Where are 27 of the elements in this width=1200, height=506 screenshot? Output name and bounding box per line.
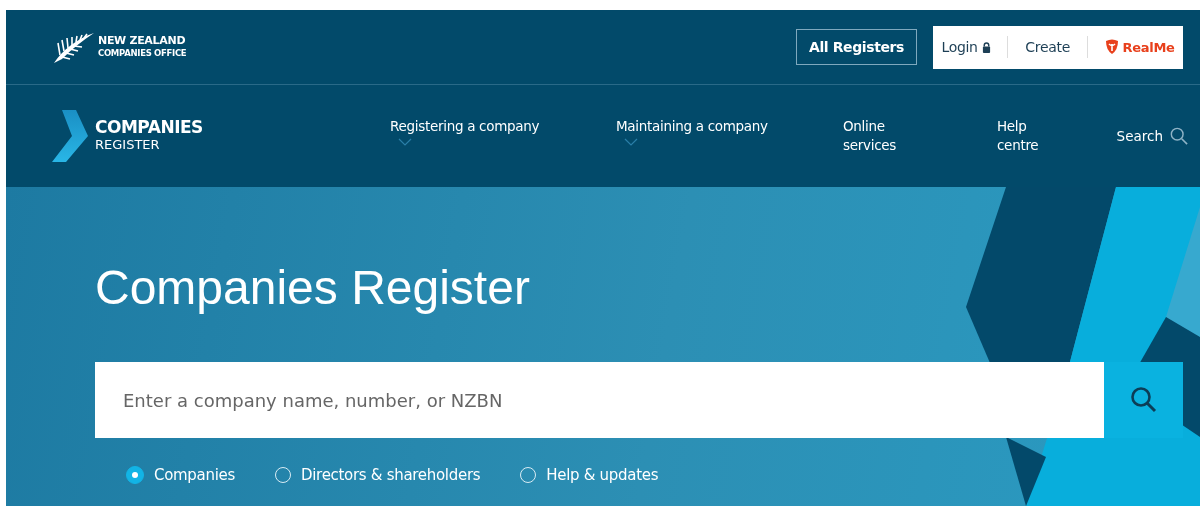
page-title: Companies Register [95, 260, 531, 316]
radio-label[interactable]: Help & updates [546, 466, 659, 484]
radio-label[interactable]: Companies [154, 466, 235, 484]
realme-link[interactable]: RealMe [1104, 39, 1175, 55]
search-icon [1170, 127, 1188, 145]
search-field[interactable]: Enter a company name, number, or NZBN [95, 362, 1104, 438]
search-icon [1129, 386, 1158, 414]
nav-link[interactable]: Registering a company [390, 117, 616, 136]
chevron-down-icon [398, 138, 412, 146]
login-button[interactable]: Login [941, 39, 991, 55]
radio-label[interactable]: Directors & shareholders [301, 466, 481, 484]
chevron-logo-icon [52, 110, 88, 162]
nav-link[interactable]: Maintaining a company [616, 117, 843, 136]
lock-icon [981, 41, 991, 53]
search-button[interactable] [1104, 362, 1183, 438]
logo-title: NEW ZEALAND [98, 35, 187, 47]
nav-link[interactable]: Help centre [997, 117, 1067, 155]
search-link[interactable]: Search [1116, 127, 1188, 145]
nav-link[interactable]: Online services [843, 117, 913, 155]
shield-icon [1104, 39, 1119, 55]
chevron-down-icon [624, 138, 638, 146]
logo-subtitle: REGISTER [95, 136, 161, 154]
create-link[interactable]: Create [1025, 39, 1070, 55]
logo-title: COMPANIES [95, 118, 203, 136]
all-registers-button[interactable]: All Registers [796, 29, 917, 65]
radio-button[interactable] [126, 466, 144, 484]
logo-subtitle: COMPANIES OFFICE [98, 47, 187, 59]
